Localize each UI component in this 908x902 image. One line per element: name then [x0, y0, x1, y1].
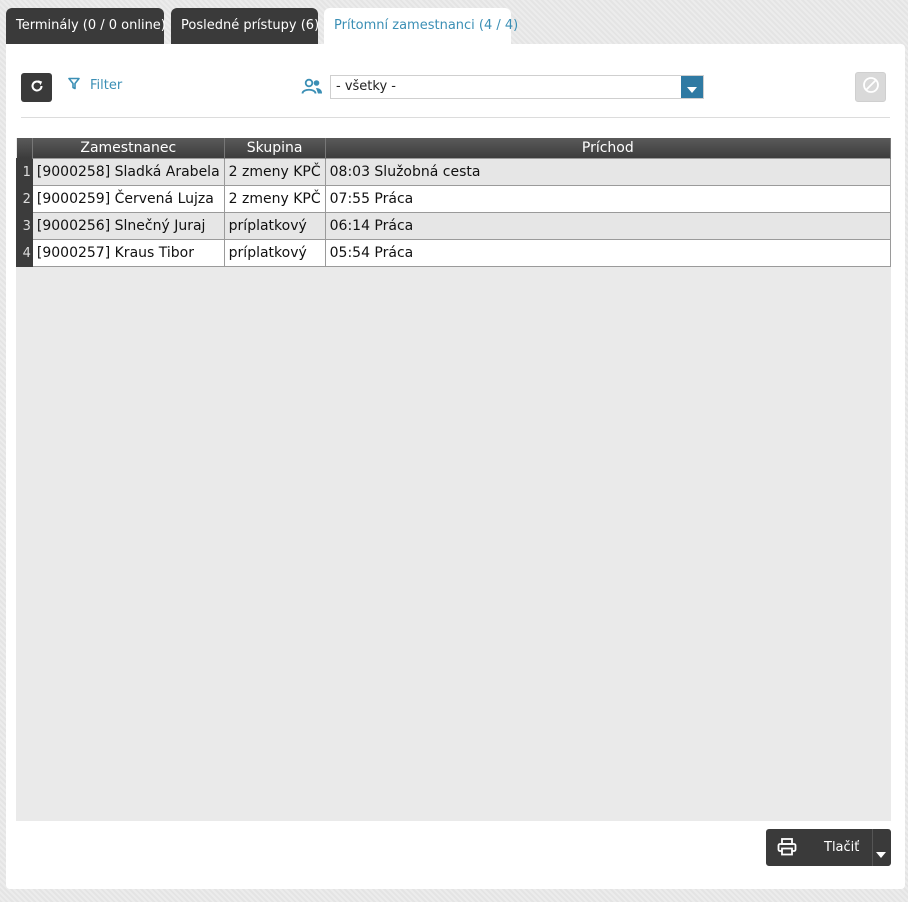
employee-cell: [9000258] Sladká Arabela — [31, 158, 225, 186]
refresh-button[interactable] — [21, 73, 52, 102]
arrival-cell: 08:03 Služobná cesta — [324, 158, 892, 186]
clear-filter-button[interactable] — [855, 72, 886, 102]
employee-cell: [9000257] Kraus Tibor — [31, 239, 225, 267]
group-select-dropdown-button[interactable] — [681, 76, 703, 98]
tab-terminals[interactable]: Terminály (0 / 0 online) — [6, 8, 166, 44]
group-cell: 2 zmeny KPČ — [223, 185, 326, 213]
filter-label: Filter — [90, 78, 123, 93]
filter-icon — [68, 77, 80, 94]
table-row[interactable]: 3 [9000256] Slnečný Juraj príplatkový 06… — [16, 212, 892, 240]
group-cell: príplatkový — [223, 239, 326, 267]
main-panel: Filter - všetky - Zamestnanec Skupina Pr… — [6, 44, 905, 889]
tab-terminals-label: Terminály (0 / 0 online) — [16, 18, 166, 33]
table-row[interactable]: 1 [9000258] Sladká Arabela 2 zmeny KPČ 0… — [16, 158, 892, 186]
group-cell: príplatkový — [223, 212, 326, 240]
group-select-value: - všetky - — [336, 79, 396, 94]
group-select[interactable]: - všetky - — [330, 75, 704, 99]
row-number-header — [16, 138, 33, 159]
column-header-arrival[interactable]: Príchod — [325, 138, 892, 159]
row-number: 1 — [16, 158, 33, 186]
print-button[interactable]: Tlačiť — [766, 829, 891, 866]
column-header-employee[interactable]: Zamestnanec — [32, 138, 225, 159]
group-cell: 2 zmeny KPČ — [223, 158, 326, 186]
filter-button[interactable]: Filter — [68, 77, 122, 94]
printer-icon — [777, 838, 797, 860]
print-button-separator — [872, 829, 873, 866]
employees-grid: Zamestnanec Skupina Príchod 1 [9000258] … — [16, 138, 892, 821]
print-label: Tlačiť — [824, 840, 860, 855]
row-number: 3 — [16, 212, 33, 240]
table-row[interactable]: 2 [9000259] Červená Lujza 2 zmeny KPČ 07… — [16, 185, 892, 213]
arrival-cell: 07:55 Práca — [324, 185, 892, 213]
arrival-cell: 05:54 Práca — [324, 239, 892, 267]
column-header-group[interactable]: Skupina — [224, 138, 326, 159]
users-icon — [301, 78, 323, 99]
print-options-chevron-icon[interactable] — [876, 843, 886, 862]
divider — [21, 117, 890, 118]
tab-recent-access-label: Posledné prístupy (6) — [181, 18, 320, 33]
arrival-cell: 06:14 Práca — [324, 212, 892, 240]
tab-present-employees[interactable]: Prítomní zamestnanci (4 / 4) — [324, 8, 518, 45]
table-row[interactable]: 4 [9000257] Kraus Tibor príplatkový 05:5… — [16, 239, 892, 267]
table-header-row: Zamestnanec Skupina Príchod — [16, 138, 892, 159]
refresh-icon — [30, 78, 44, 97]
employee-cell: [9000259] Červená Lujza — [31, 185, 225, 213]
block-icon — [862, 76, 880, 98]
tab-recent-access[interactable]: Posledné prístupy (6) — [171, 8, 320, 44]
chevron-down-icon — [687, 78, 697, 97]
tab-present-employees-label: Prítomní zamestnanci (4 / 4) — [334, 18, 519, 33]
employees-table: Zamestnanec Skupina Príchod 1 [9000258] … — [16, 138, 892, 267]
row-number: 4 — [16, 239, 33, 267]
employee-cell: [9000256] Slnečný Juraj — [31, 212, 225, 240]
row-number: 2 — [16, 185, 33, 213]
